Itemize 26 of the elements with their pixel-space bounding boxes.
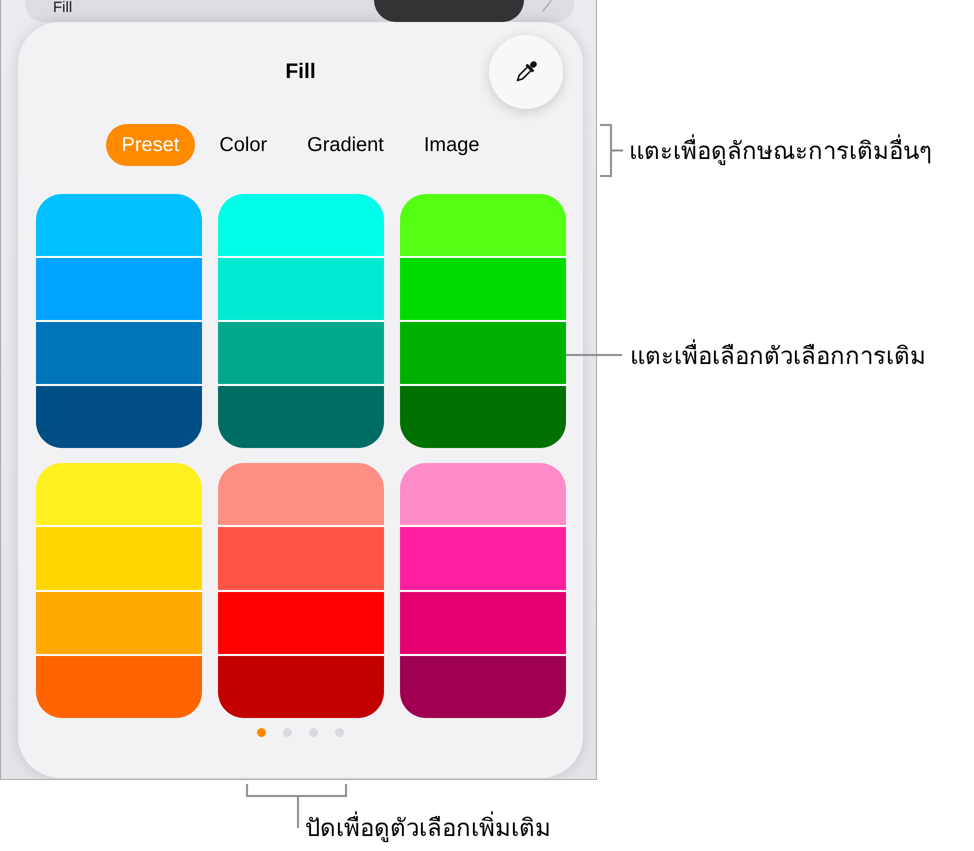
preset-swatch[interactable] — [400, 194, 566, 448]
row-label: Fill — [53, 0, 72, 16]
preset-swatch[interactable] — [218, 463, 384, 718]
callout-label: แตะเพื่อเลือกตัวเลือกการเติม — [630, 336, 926, 374]
preset-stripe[interactable] — [400, 386, 566, 448]
fill-type-tab[interactable]: Image — [408, 124, 496, 166]
color-well[interactable] — [374, 0, 524, 22]
preset-swatch[interactable] — [400, 463, 566, 718]
callout-bracket — [599, 124, 623, 177]
chevron-icon — [542, 0, 552, 12]
panel-title: Fill — [285, 60, 316, 84]
leader-line — [566, 354, 622, 356]
callout-label: แตะเพื่อดูลักษณะการเติมอื่นๆ — [629, 131, 932, 170]
page-dot[interactable] — [335, 728, 344, 737]
fill-type-tab[interactable]: Color — [203, 124, 284, 166]
preset-stripe[interactable] — [36, 386, 202, 448]
page-dot[interactable] — [283, 728, 292, 737]
preset-stripe[interactable] — [218, 656, 384, 718]
preset-stripe[interactable] — [218, 386, 384, 448]
fill-type-tab[interactable]: Gradient — [291, 124, 400, 166]
page-dot[interactable] — [309, 728, 318, 737]
preset-stripe[interactable] — [400, 656, 566, 718]
preset-swatch[interactable] — [36, 194, 202, 448]
page-dot[interactable] — [257, 728, 266, 737]
callout-label: ปัดเพื่อดูตัวเลือกเพิ่มเติม — [305, 808, 551, 847]
preset-swatch[interactable] — [218, 194, 384, 448]
